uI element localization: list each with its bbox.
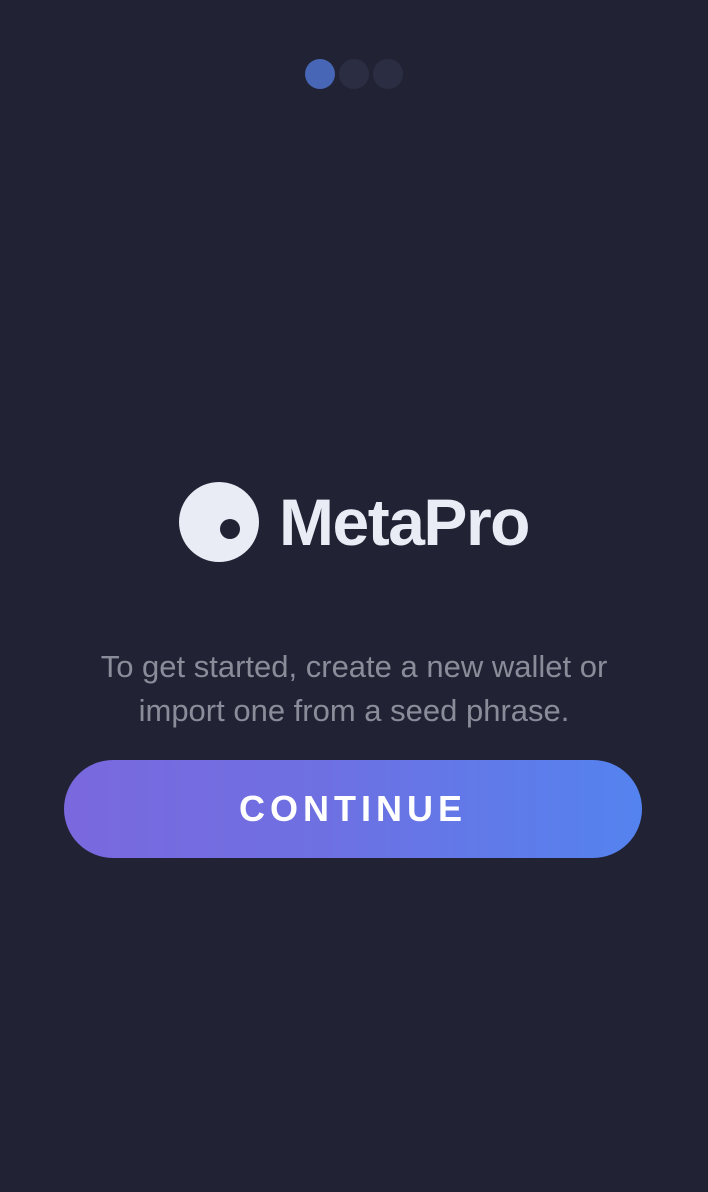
brand-name: MetaPro	[279, 485, 530, 559]
page-dot-3[interactable]	[373, 59, 403, 89]
onboarding-subtitle: To get started, create a new wallet or i…	[100, 649, 608, 728]
metapro-logo-icon	[179, 482, 260, 562]
continue-button[interactable]: CONTINUE	[64, 760, 642, 858]
onboarding-screen: MetaPro To get started, create a new wal…	[0, 0, 708, 1192]
page-dot-1[interactable]	[305, 59, 335, 89]
page-dot-2[interactable]	[339, 59, 369, 89]
page-indicator	[0, 59, 708, 89]
brand-lockup: MetaPro	[0, 482, 708, 562]
